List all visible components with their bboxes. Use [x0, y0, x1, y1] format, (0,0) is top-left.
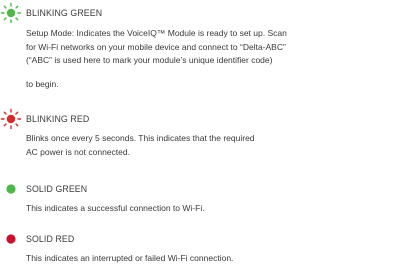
state-description-tail: to begin.: [26, 79, 59, 89]
state-description: Setup Mode: Indicates the VoiceIQ™ Modul…: [26, 28, 287, 66]
state-description: Blinks once every 5 seconds. This indica…: [26, 133, 255, 157]
blinking-red-led-icon: [0, 108, 22, 130]
led-dot: [6, 234, 16, 244]
blinking-green-led-icon: [0, 2, 22, 24]
led-dot: [6, 8, 16, 18]
state-description: This indicates an interrupted or failed …: [26, 253, 234, 263]
state-title: SOLID GREEN: [26, 184, 88, 194]
led-dot: [6, 114, 16, 124]
led-dot: [6, 184, 16, 194]
solid-green-led-icon: [6, 184, 16, 194]
solid-red-led-icon: [6, 234, 16, 244]
state-title: BLINKING RED: [26, 114, 90, 124]
state-title: BLINKING GREEN: [26, 8, 103, 18]
state-title: SOLID RED: [26, 234, 75, 244]
state-description: This indicates a successful connection t…: [26, 203, 205, 213]
